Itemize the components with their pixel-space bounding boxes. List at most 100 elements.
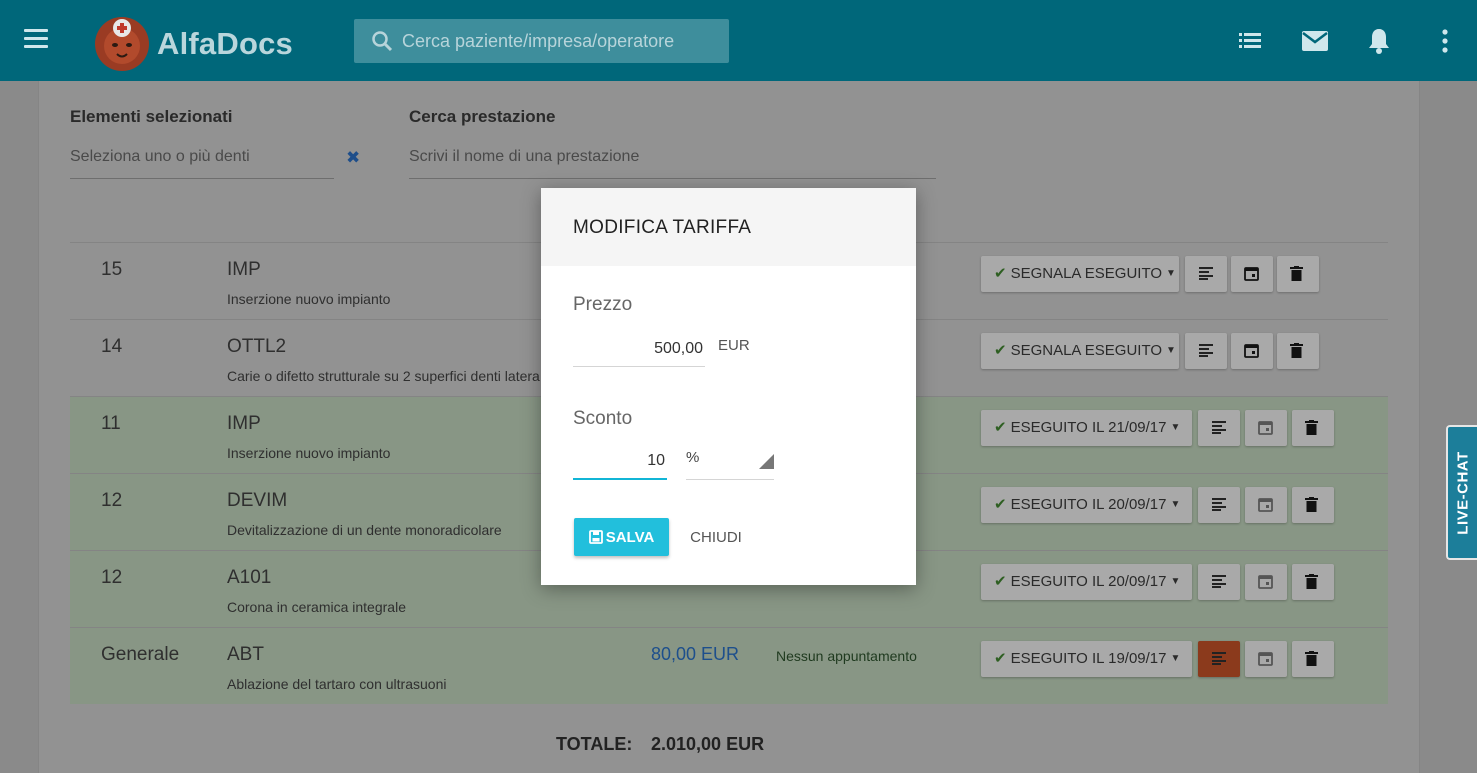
notes-button[interactable] bbox=[1198, 410, 1240, 446]
check-icon: ✔ bbox=[994, 650, 1007, 667]
global-search bbox=[354, 19, 729, 63]
tooth-number: 12 bbox=[101, 567, 123, 588]
notes-button[interactable] bbox=[1198, 641, 1240, 677]
delete-button[interactable] bbox=[1292, 641, 1334, 677]
calendar-icon bbox=[1258, 421, 1273, 435]
discount-label: Sconto bbox=[573, 408, 633, 429]
notes-icon bbox=[1212, 421, 1226, 434]
notes-icon bbox=[1212, 652, 1226, 665]
edit-rate-dialog: MODIFICA TARIFFA Prezzo EUR Sconto % SAL… bbox=[541, 188, 916, 585]
check-icon: ✔ bbox=[994, 342, 1007, 359]
service-code: IMP bbox=[227, 259, 261, 280]
discount-input[interactable] bbox=[573, 444, 667, 480]
delete-button[interactable] bbox=[1292, 564, 1334, 600]
selected-elements-label: Elementi selezionati bbox=[70, 107, 233, 126]
schedule-button[interactable] bbox=[1231, 256, 1273, 292]
delete-button[interactable] bbox=[1292, 410, 1334, 446]
menu-icon[interactable] bbox=[24, 29, 48, 49]
price-unit: EUR bbox=[718, 337, 750, 354]
service-description: Ablazione del tartaro con ultrasuoni bbox=[227, 676, 447, 692]
delete-button[interactable] bbox=[1277, 333, 1319, 369]
delete-button[interactable] bbox=[1277, 256, 1319, 292]
caret-down-icon: ▼ bbox=[1170, 653, 1181, 664]
total-label: TOTALE: bbox=[556, 734, 633, 754]
mail-icon[interactable] bbox=[1301, 30, 1329, 52]
service-code: ABT bbox=[227, 644, 264, 665]
tooth-number: 14 bbox=[101, 336, 123, 357]
notes-icon bbox=[1199, 344, 1213, 357]
tooth-number: Generale bbox=[101, 644, 180, 665]
schedule-button[interactable] bbox=[1245, 410, 1287, 446]
close-button[interactable]: CHIUDI bbox=[679, 518, 753, 556]
tooth-number: 15 bbox=[101, 259, 123, 280]
status-label: ESEGUITO IL 20/09/17 bbox=[1010, 573, 1167, 590]
schedule-button[interactable] bbox=[1245, 641, 1287, 677]
delete-button[interactable] bbox=[1292, 487, 1334, 523]
save-button[interactable]: SALVA bbox=[574, 518, 669, 556]
brand-name: AlfaDocs bbox=[157, 26, 293, 61]
check-icon: ✔ bbox=[994, 265, 1007, 282]
teeth-selector-input[interactable]: Seleziona uno o più denti bbox=[70, 148, 334, 179]
top-bar: AlfaDocs bbox=[0, 0, 1477, 81]
notes-button[interactable] bbox=[1185, 256, 1227, 292]
trash-icon bbox=[1290, 343, 1303, 358]
status-dropdown-button[interactable]: ✔ SEGNALA ESEGUITO ▼ bbox=[981, 333, 1179, 369]
status-dropdown-button[interactable]: ✔ ESEGUITO IL 21/09/17 ▼ bbox=[981, 410, 1192, 446]
service-price[interactable]: 80,00 EUR bbox=[651, 644, 739, 665]
service-description: Inserzione nuovo impianto bbox=[227, 291, 391, 307]
service-description: Devitalizzazione di un dente monoradicol… bbox=[227, 522, 502, 538]
check-icon: ✔ bbox=[994, 573, 1007, 590]
status-label: ESEGUITO IL 20/09/17 bbox=[1010, 496, 1167, 513]
discount-unit-select[interactable]: % bbox=[686, 444, 774, 480]
schedule-button[interactable] bbox=[1231, 333, 1273, 369]
price-input[interactable] bbox=[573, 332, 705, 367]
status-dropdown-button[interactable]: ✔ ESEGUITO IL 20/09/17 ▼ bbox=[981, 564, 1192, 600]
status-label: ESEGUITO IL 21/09/17 bbox=[1010, 419, 1167, 436]
service-description: Inserzione nuovo impianto bbox=[227, 445, 391, 461]
status-dropdown-button[interactable]: ✔ ESEGUITO IL 20/09/17 ▼ bbox=[981, 487, 1192, 523]
list-icon[interactable] bbox=[1238, 28, 1262, 52]
notes-icon bbox=[1212, 498, 1226, 511]
caret-down-icon: ▼ bbox=[1170, 422, 1181, 433]
lion-logo-icon bbox=[95, 17, 149, 71]
status-dropdown-button[interactable]: ✔ ESEGUITO IL 19/09/17 ▼ bbox=[981, 641, 1192, 677]
trash-icon bbox=[1305, 574, 1318, 589]
status-label: SEGNALA ESEGUITO bbox=[1010, 342, 1163, 359]
status-dropdown-button[interactable]: ✔ SEGNALA ESEGUITO ▼ bbox=[981, 256, 1179, 292]
tooth-number: 12 bbox=[101, 490, 123, 511]
tooth-number: 11 bbox=[101, 413, 121, 434]
schedule-button[interactable] bbox=[1245, 487, 1287, 523]
discount-unit-value: % bbox=[686, 449, 700, 466]
caret-down-icon: ▼ bbox=[1166, 345, 1176, 356]
search-service-label: Cerca prestazione bbox=[409, 107, 556, 126]
calendar-icon bbox=[1258, 575, 1273, 589]
check-icon: ✔ bbox=[994, 496, 1007, 513]
calendar-icon bbox=[1258, 652, 1273, 666]
floppy-disk-icon bbox=[588, 529, 603, 544]
bell-icon[interactable] bbox=[1367, 27, 1391, 54]
notes-button[interactable] bbox=[1198, 487, 1240, 523]
service-code: DEVIM bbox=[227, 490, 288, 511]
search-icon bbox=[372, 31, 393, 52]
price-label: Prezzo bbox=[573, 294, 633, 315]
service-search-input[interactable]: Scrivi il nome di una prestazione bbox=[409, 148, 936, 179]
dialog-title: MODIFICA TARIFFA bbox=[573, 217, 752, 238]
trash-icon bbox=[1305, 497, 1318, 512]
status-label: ESEGUITO IL 19/09/17 bbox=[1010, 650, 1167, 667]
caret-down-icon: ▼ bbox=[1170, 576, 1181, 587]
notes-button[interactable] bbox=[1185, 333, 1227, 369]
calendar-icon bbox=[1244, 344, 1259, 358]
clear-icon[interactable]: ✖ bbox=[346, 148, 360, 168]
trash-icon bbox=[1305, 420, 1318, 435]
live-chat-tab[interactable]: LIVE-CHAT bbox=[1446, 425, 1477, 560]
live-chat-label: LIVE-CHAT bbox=[1454, 450, 1471, 535]
status-label: SEGNALA ESEGUITO bbox=[1010, 265, 1163, 282]
search-input[interactable] bbox=[402, 19, 722, 63]
caret-down-icon: ▼ bbox=[1170, 499, 1181, 510]
service-code: IMP bbox=[227, 413, 261, 434]
more-vert-icon[interactable] bbox=[1441, 29, 1449, 53]
service-description: Corona in ceramica integrale bbox=[227, 599, 406, 615]
schedule-button[interactable] bbox=[1245, 564, 1287, 600]
dropdown-triangle-icon bbox=[759, 454, 774, 469]
notes-button[interactable] bbox=[1198, 564, 1240, 600]
